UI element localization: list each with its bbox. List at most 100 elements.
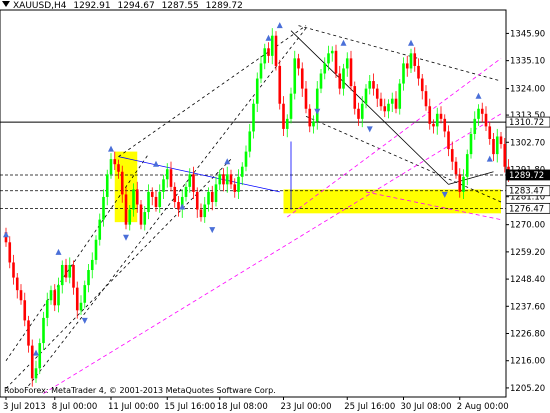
candle xyxy=(12,262,15,278)
candle xyxy=(105,174,109,197)
candle xyxy=(60,264,64,286)
candle xyxy=(375,88,379,99)
candle xyxy=(207,191,210,205)
candle xyxy=(349,58,353,87)
candle xyxy=(484,113,488,127)
y-tick-label: 1205.20 xyxy=(510,384,545,394)
candle xyxy=(345,58,349,69)
candle xyxy=(184,186,188,197)
candle xyxy=(357,108,360,119)
close-value: 1289.72 xyxy=(205,1,243,11)
candle xyxy=(255,78,259,104)
y-tick-label: 1270.00 xyxy=(510,221,545,231)
candle xyxy=(334,50,338,74)
candle xyxy=(57,285,60,306)
candle xyxy=(473,118,477,134)
y-tick-label: 1259.20 xyxy=(510,248,545,258)
candle xyxy=(480,108,484,114)
candle xyxy=(432,123,435,127)
candle xyxy=(383,106,387,112)
candle xyxy=(293,58,297,94)
candle xyxy=(390,98,394,104)
candle xyxy=(90,259,94,271)
candle xyxy=(394,98,398,109)
candle xyxy=(158,191,162,208)
candle xyxy=(379,98,383,107)
candle xyxy=(267,48,270,56)
candle xyxy=(315,88,319,122)
candle xyxy=(19,290,23,301)
candle xyxy=(259,63,263,79)
candle xyxy=(330,50,334,54)
candle xyxy=(263,48,267,64)
candle xyxy=(117,164,120,172)
candle xyxy=(342,68,345,89)
candle xyxy=(488,126,492,139)
candle xyxy=(162,179,165,192)
candle xyxy=(495,136,499,155)
candle xyxy=(102,196,105,220)
candle xyxy=(424,91,428,107)
x-tick-label: 11 Jul 00:00 xyxy=(108,402,159,412)
candle xyxy=(210,191,214,202)
candle xyxy=(477,108,480,119)
candle xyxy=(300,68,304,89)
x-tick-label: 30 Jul 08:00 xyxy=(401,402,452,412)
price-label: 1310.72 xyxy=(505,116,550,128)
candle xyxy=(165,169,169,180)
candle xyxy=(435,113,439,127)
x-tick-label: 18 Jul 08:00 xyxy=(217,402,268,412)
candle xyxy=(428,106,432,124)
candle xyxy=(413,53,417,66)
candle xyxy=(454,161,458,175)
candle xyxy=(372,81,375,89)
candle xyxy=(49,290,53,301)
candle xyxy=(120,171,124,195)
candle xyxy=(75,287,79,311)
candle xyxy=(72,264,75,288)
candle xyxy=(128,209,132,225)
candle xyxy=(150,191,154,197)
price-chart[interactable]: 1345.901335.101324.001313.501302.701291.… xyxy=(0,0,550,413)
candle xyxy=(405,63,409,69)
candle xyxy=(15,277,19,291)
candle xyxy=(225,174,229,185)
target-zone xyxy=(283,189,501,214)
price-label-text: 1310.72 xyxy=(509,118,544,128)
candle xyxy=(214,184,218,202)
candle xyxy=(237,176,240,192)
candle xyxy=(499,136,503,145)
candle xyxy=(409,53,413,69)
y-tick-label: 1345.90 xyxy=(510,29,545,39)
candle xyxy=(503,144,507,167)
candle xyxy=(64,264,68,278)
candle xyxy=(218,174,222,185)
candle xyxy=(98,219,102,240)
candle xyxy=(458,174,462,192)
candle xyxy=(252,103,255,132)
candle xyxy=(368,81,372,89)
candle xyxy=(387,103,390,112)
candle xyxy=(42,317,45,344)
open-value: 1292.91 xyxy=(73,1,111,11)
price-label: 1276.47 xyxy=(505,202,550,214)
x-tick-label: 25 Jul 16:00 xyxy=(344,402,395,412)
high-value: 1294.67 xyxy=(117,1,155,11)
candle xyxy=(270,35,274,56)
candle xyxy=(147,191,150,213)
candle xyxy=(465,154,469,177)
candle xyxy=(443,118,447,132)
candle xyxy=(447,131,450,150)
candle xyxy=(177,201,180,210)
candle xyxy=(87,270,90,286)
price-label-text: 1283.47 xyxy=(509,187,544,197)
candle xyxy=(327,53,330,64)
candle xyxy=(222,174,225,185)
candle xyxy=(45,300,49,318)
candle xyxy=(308,108,312,127)
candle xyxy=(135,189,139,205)
candle xyxy=(30,345,34,379)
candle xyxy=(53,290,57,306)
candle xyxy=(304,88,308,109)
x-tick-label: 15 Jul 16:00 xyxy=(164,402,215,412)
